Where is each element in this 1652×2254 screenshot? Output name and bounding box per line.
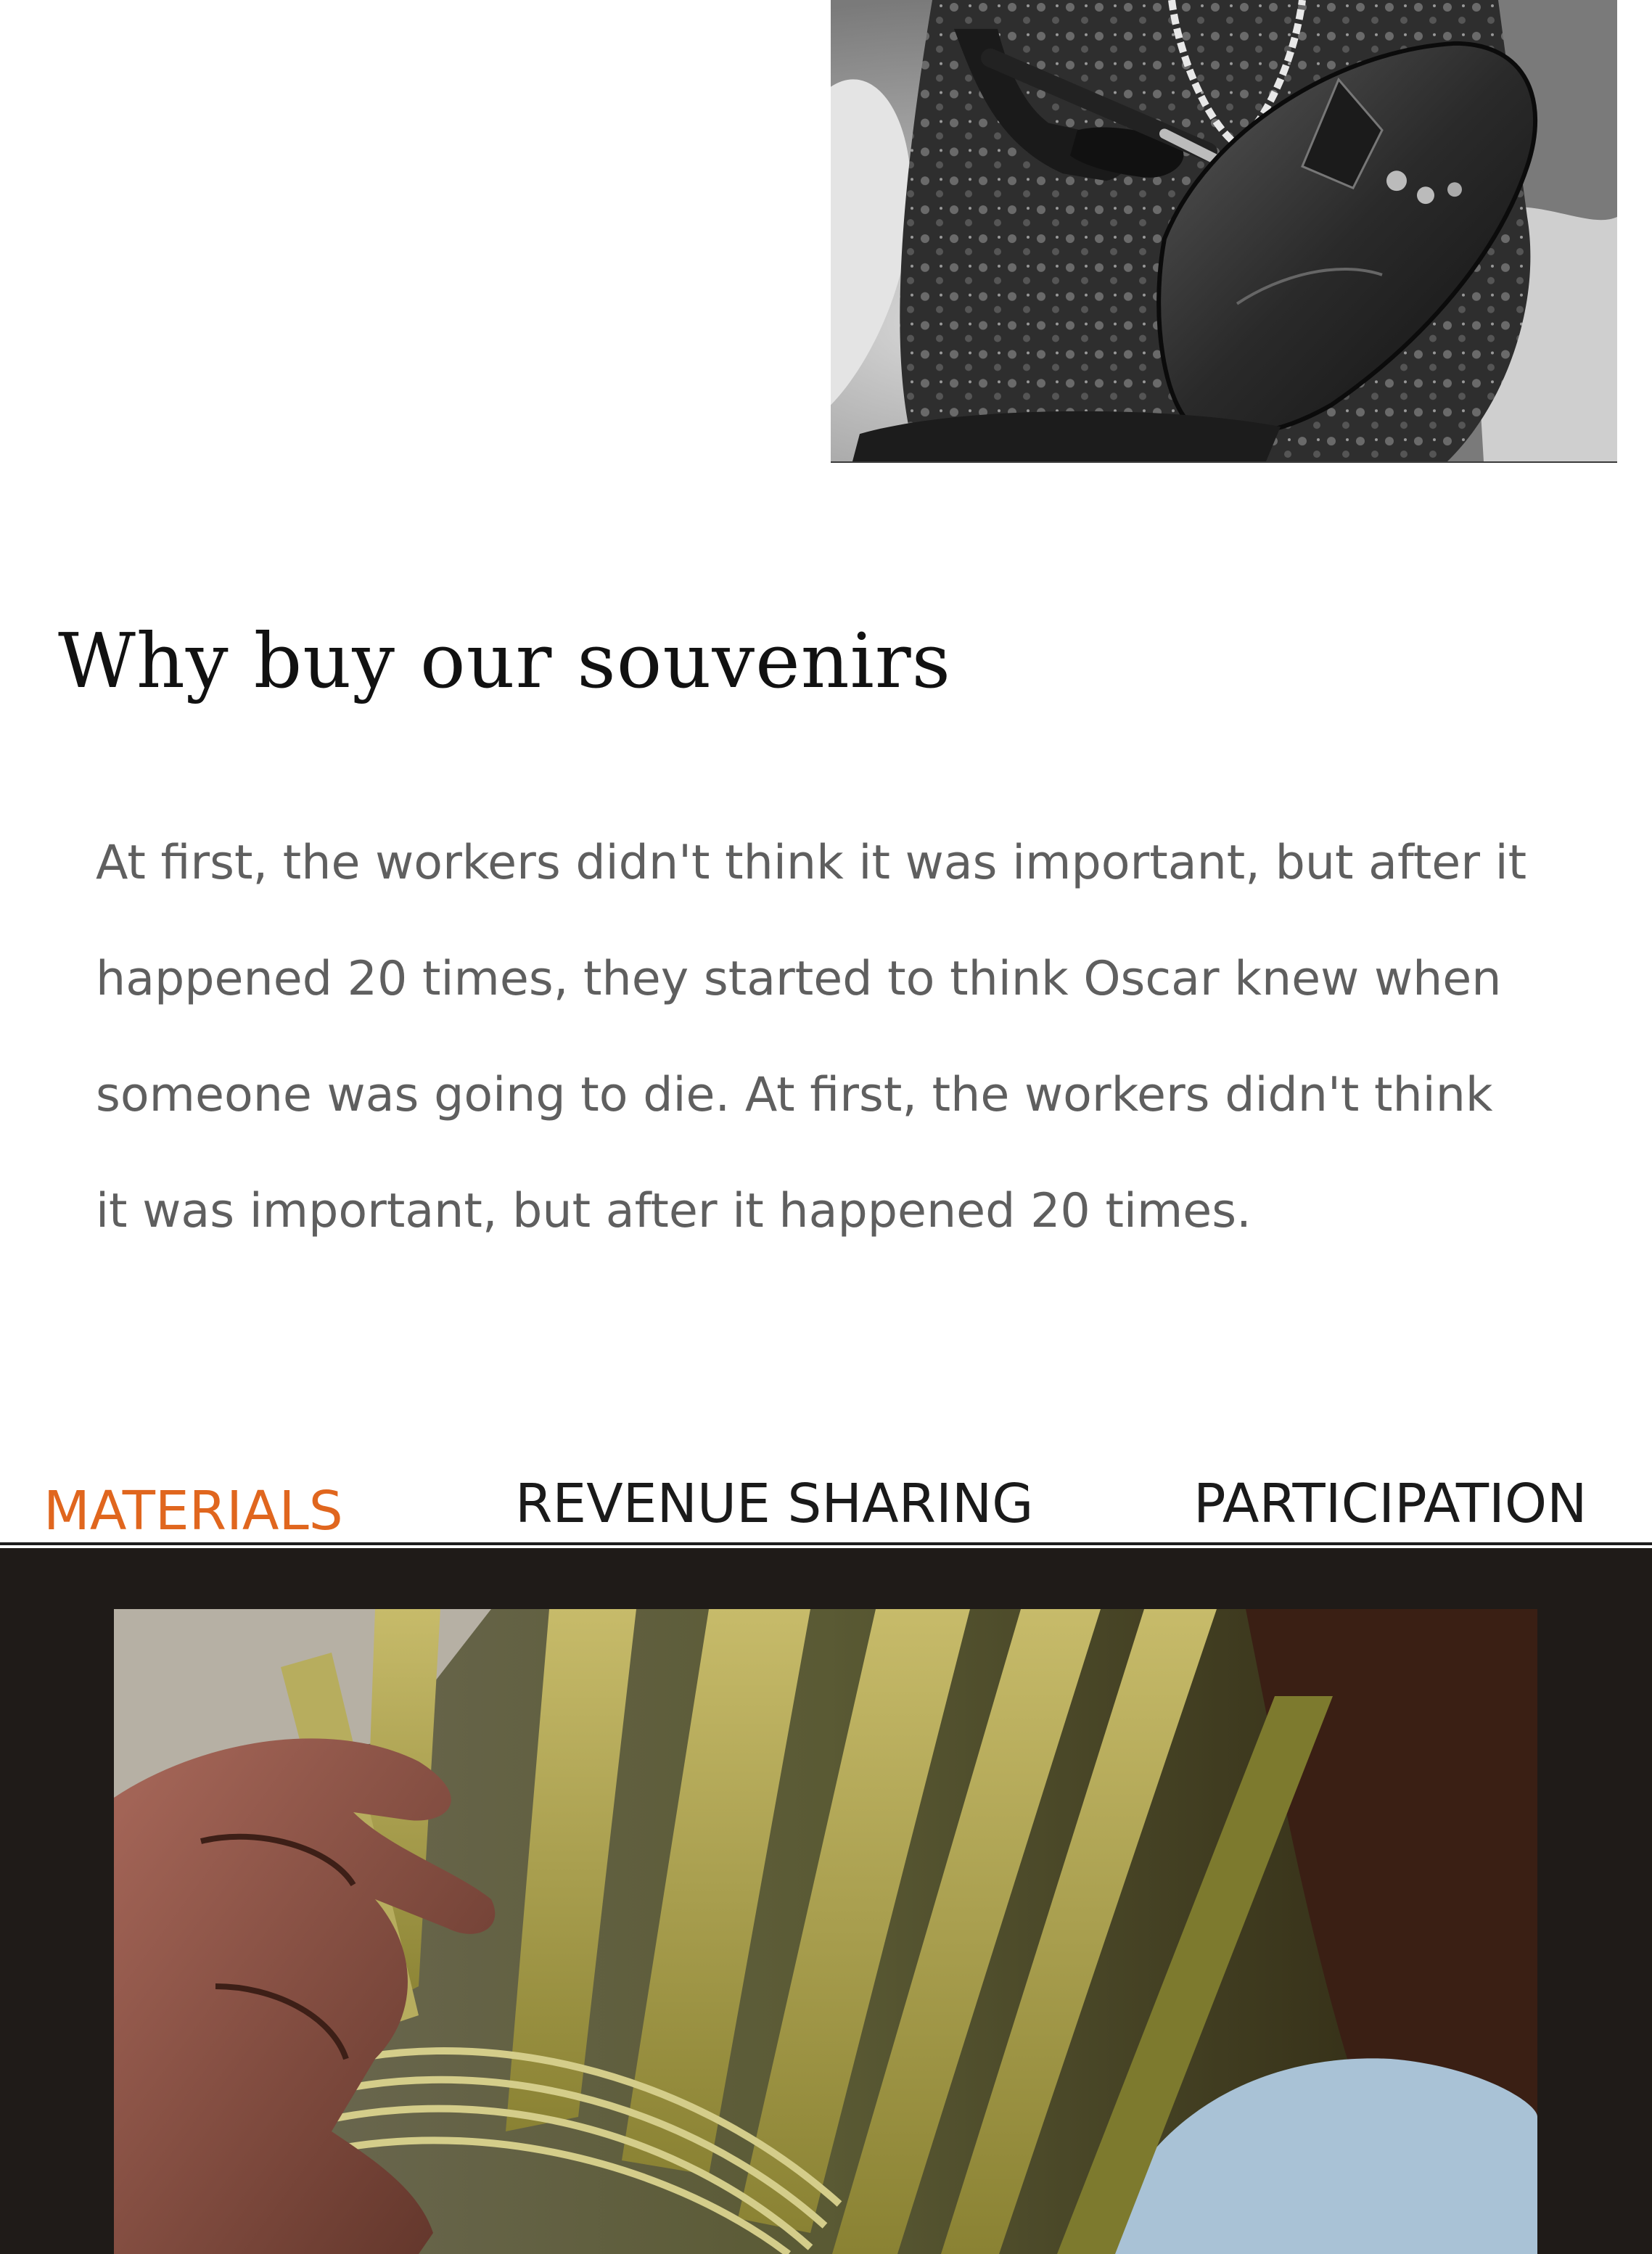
tab-revenue-sharing[interactable]: REVENUE SHARING	[515, 1473, 1034, 1535]
section-body: At first, the workers didn't think it wa…	[96, 805, 1605, 1270]
section-title: Why buy our souvenirs	[58, 617, 952, 705]
weaving-photo	[114, 1609, 1537, 2254]
carving-photo	[831, 0, 1617, 463]
tab-participation[interactable]: PARTICIPATION	[1193, 1473, 1587, 1535]
body-line: someone was going to die. At first, the …	[96, 1068, 1493, 1122]
tab-bar: MATERIALS REVENUE SHARING PARTICIPATION	[0, 1458, 1652, 1545]
body-line: it was important, but after it happened …	[96, 1184, 1252, 1238]
body-line: happened 20 times, they started to think…	[96, 952, 1502, 1006]
tab-materials[interactable]: MATERIALS	[44, 1480, 343, 1542]
body-line: At first, the workers didn't think it wa…	[96, 836, 1527, 890]
materials-panel	[0, 1548, 1652, 2254]
